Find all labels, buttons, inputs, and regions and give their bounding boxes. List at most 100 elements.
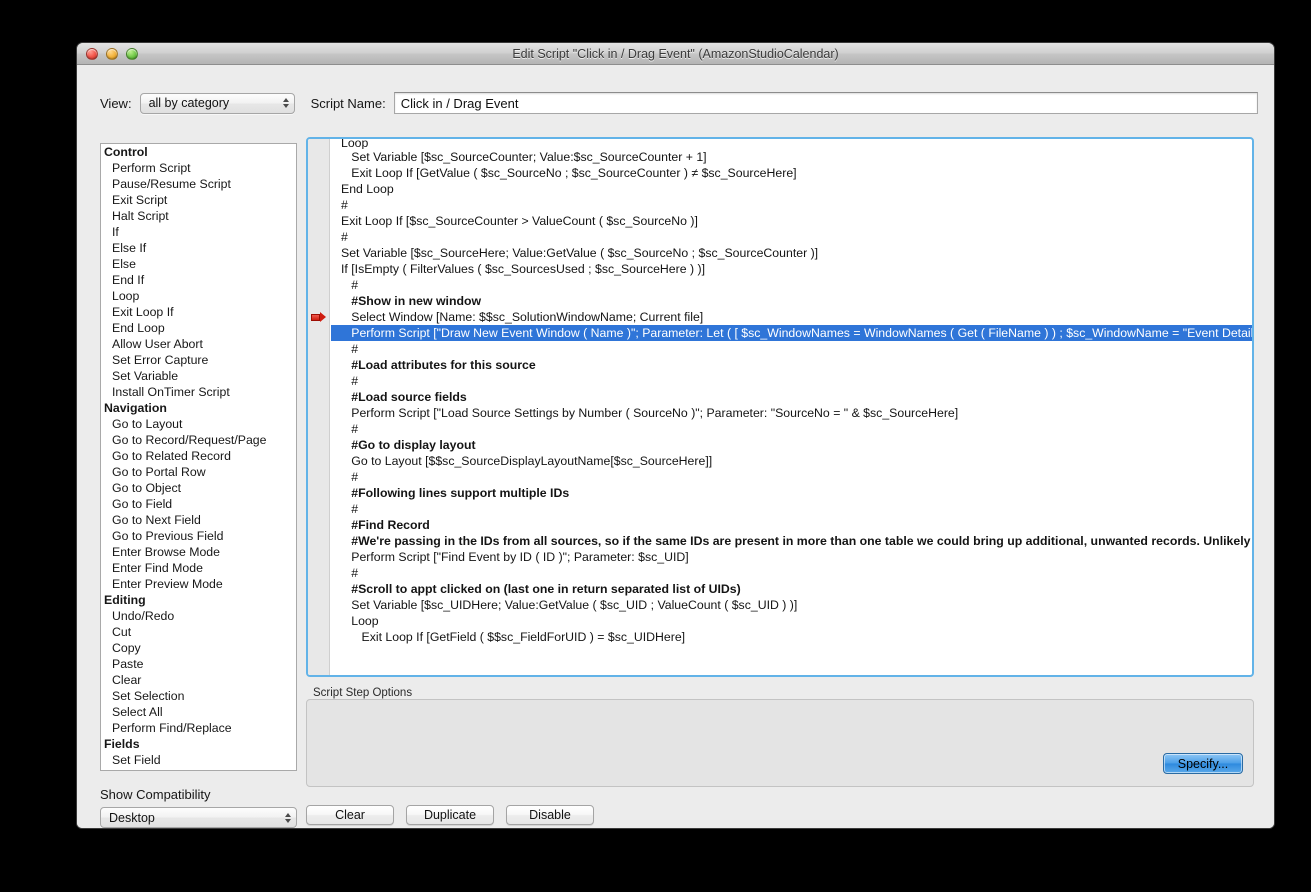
step-item-else-if[interactable]: Else If [101, 240, 296, 256]
zoom-button[interactable] [126, 47, 138, 60]
clear-button[interactable]: Clear [306, 805, 394, 825]
show-compatibility-label: Show Compatibility [100, 787, 211, 802]
desktop-background: Edit Script "Click in / Drag Event" (Ama… [0, 0, 1311, 892]
script-step-list[interactable]: Control Perform Script Pause/Resume Script… [100, 143, 297, 771]
compatibility-value: Desktop [109, 810, 155, 825]
step-item-copy[interactable]: Copy [101, 640, 296, 656]
step-item-install-ontimer-script[interactable]: Install OnTimer Script [101, 384, 296, 400]
script-line[interactable]: #Load source fields [331, 389, 1252, 405]
step-item-set-selection[interactable]: Set Selection [101, 688, 296, 704]
compatibility-dropdown[interactable]: Desktop [100, 807, 297, 828]
step-category-fields: Fields [104, 737, 140, 751]
step-item-go-to-next-field[interactable]: Go to Next Field [101, 512, 296, 528]
top-toolbar: View: all by category Script Name: Click… [77, 91, 1274, 115]
script-line[interactable]: # [331, 229, 1252, 245]
disable-button[interactable]: Disable [506, 805, 594, 825]
script-line[interactable]: #Go to display layout [331, 437, 1252, 453]
duplicate-button[interactable]: Duplicate [406, 805, 494, 825]
step-item-exit-loop-if[interactable]: Exit Loop If [101, 304, 296, 320]
script-line[interactable]: End Loop [331, 181, 1252, 197]
step-item-go-to-field[interactable]: Go to Field [101, 496, 296, 512]
step-item-go-to-object[interactable]: Go to Object [101, 480, 296, 496]
script-line[interactable]: Exit Loop If [$sc_SourceCounter > ValueC… [331, 213, 1252, 229]
script-name-label: Script Name: [310, 95, 386, 111]
script-name-value: Click in / Drag Event [400, 95, 519, 111]
script-line[interactable]: Set Variable [$sc_SourceCounter; Value:$… [331, 149, 1252, 165]
script-line[interactable]: Go to Layout [$$sc_SourceDisplayLayoutNa… [331, 453, 1252, 469]
view-dropdown[interactable]: all by category [139, 92, 295, 114]
step-item-perform-script[interactable]: Perform Script [101, 160, 296, 176]
step-item-end-if[interactable]: End If [101, 272, 296, 288]
minimize-button[interactable] [106, 47, 118, 60]
step-item-go-to-previous-field[interactable]: Go to Previous Field [101, 528, 296, 544]
script-line[interactable]: # [331, 277, 1252, 293]
script-line-selected[interactable]: Perform Script ["Draw New Event Window (… [331, 325, 1252, 341]
step-item-exit-script[interactable]: Exit Script [101, 192, 296, 208]
script-line[interactable]: #Scroll to appt clicked on (last one in … [331, 581, 1252, 597]
script-line[interactable]: # [331, 421, 1252, 437]
step-item-set-field[interactable]: Set Field [101, 752, 296, 768]
script-line[interactable]: #Find Record [331, 517, 1252, 533]
script-line[interactable]: # [331, 565, 1252, 581]
script-line[interactable]: Perform Script ["Find Event by ID ( ID )… [331, 549, 1252, 565]
script-line[interactable]: Set Variable [$sc_UIDHere; Value:GetValu… [331, 597, 1252, 613]
specify-button[interactable]: Specify... [1163, 753, 1243, 774]
script-line[interactable]: #We're passing in the IDs from all sourc… [331, 533, 1252, 549]
window-body: View: all by category Script Name: Click… [77, 65, 1274, 828]
step-category-control: Control [104, 145, 148, 159]
view-label: View: [100, 95, 132, 111]
step-item-halt-script[interactable]: Halt Script [101, 208, 296, 224]
step-item-undo-redo[interactable]: Undo/Redo [101, 608, 296, 624]
close-button[interactable] [86, 47, 98, 60]
step-item-clear[interactable]: Clear [101, 672, 296, 688]
window-title: Edit Script "Click in / Drag Event" (Ama… [512, 46, 839, 61]
step-item-go-to-portal-row[interactable]: Go to Portal Row [101, 464, 296, 480]
script-line[interactable]: Loop [331, 139, 1252, 149]
script-editor[interactable]: Loop Set Variable [$sc_SourceCounter; Va… [306, 137, 1254, 677]
script-line[interactable]: Exit Loop If [GetField ( $$sc_FieldForUI… [331, 629, 1252, 645]
script-lines-container[interactable]: Loop Set Variable [$sc_SourceCounter; Va… [331, 139, 1252, 675]
script-step-options-label: Script Step Options [310, 687, 416, 699]
step-item-allow-user-abort[interactable]: Allow User Abort [101, 336, 296, 352]
step-item-go-to-record-request-page[interactable]: Go to Record/Request/Page [101, 432, 296, 448]
script-line[interactable]: # [331, 197, 1252, 213]
step-item-enter-browse-mode[interactable]: Enter Browse Mode [101, 544, 296, 560]
script-line[interactable]: # [331, 501, 1252, 517]
step-item-set-error-capture[interactable]: Set Error Capture [101, 352, 296, 368]
screen-bezel: Edit Script "Click in / Drag Event" (Ama… [20, 12, 1291, 880]
editor-gutter [308, 139, 330, 675]
script-line[interactable]: If [IsEmpty ( FilterValues ( $sc_Sources… [331, 261, 1252, 277]
step-item-loop[interactable]: Loop [101, 288, 296, 304]
step-item-select-all[interactable]: Select All [101, 704, 296, 720]
script-line[interactable]: Exit Loop If [GetValue ( $sc_SourceNo ; … [331, 165, 1252, 181]
step-item-perform-find-replace[interactable]: Perform Find/Replace [101, 720, 296, 736]
view-dropdown-value: all by category [148, 96, 230, 110]
script-name-input[interactable]: Click in / Drag Event [393, 92, 1258, 114]
edit-script-window: Edit Script "Click in / Drag Event" (Ama… [77, 43, 1274, 828]
step-item-set-variable[interactable]: Set Variable [101, 368, 296, 384]
step-item-if[interactable]: If [101, 224, 296, 240]
step-item-paste[interactable]: Paste [101, 656, 296, 672]
current-step-arrow-icon [311, 312, 326, 323]
script-line[interactable]: # [331, 341, 1252, 357]
script-line[interactable]: Loop [331, 613, 1252, 629]
window-controls [86, 47, 138, 60]
step-item-enter-preview-mode[interactable]: Enter Preview Mode [101, 576, 296, 592]
script-line[interactable]: #Following lines support multiple IDs [331, 485, 1252, 501]
script-line[interactable]: Set Variable [$sc_SourceHere; Value:GetV… [331, 245, 1252, 261]
script-step-options-panel: Specify... [306, 699, 1254, 787]
script-line[interactable]: Select Window [Name: $$sc_SolutionWindow… [331, 309, 1252, 325]
step-item-else[interactable]: Else [101, 256, 296, 272]
script-line[interactable]: #Show in new window [331, 293, 1252, 309]
step-item-go-to-layout[interactable]: Go to Layout [101, 416, 296, 432]
script-line[interactable]: Perform Script ["Load Source Settings by… [331, 405, 1252, 421]
script-line[interactable]: #Load attributes for this source [331, 357, 1252, 373]
step-item-end-loop[interactable]: End Loop [101, 320, 296, 336]
step-item-pause-resume-script[interactable]: Pause/Resume Script [101, 176, 296, 192]
window-titlebar[interactable]: Edit Script "Click in / Drag Event" (Ama… [77, 43, 1274, 65]
step-item-cut[interactable]: Cut [101, 624, 296, 640]
step-item-enter-find-mode[interactable]: Enter Find Mode [101, 560, 296, 576]
script-line[interactable]: # [331, 373, 1252, 389]
script-line[interactable]: # [331, 469, 1252, 485]
step-item-go-to-related-record[interactable]: Go to Related Record [101, 448, 296, 464]
